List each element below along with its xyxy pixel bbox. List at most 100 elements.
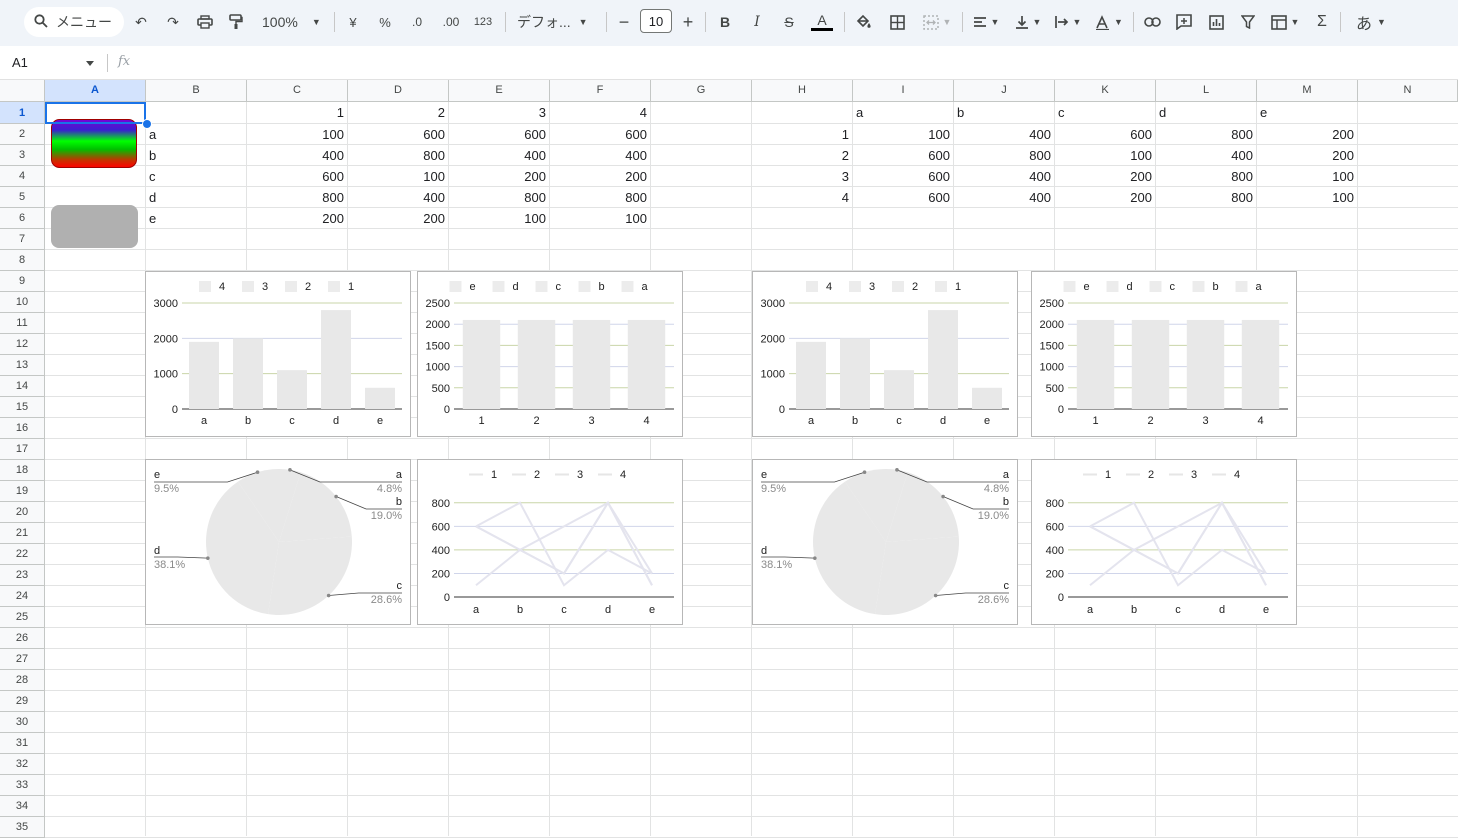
filter-views-icon[interactable]: ▼: [1268, 8, 1302, 36]
select-all-corner[interactable]: [0, 80, 45, 102]
row-header-14[interactable]: 14: [0, 376, 45, 397]
column-header-n[interactable]: N: [1358, 80, 1458, 102]
column-header-i[interactable]: I: [853, 80, 954, 102]
row-header-1[interactable]: 1: [0, 102, 45, 124]
table2-cell[interactable]: 800: [1156, 166, 1257, 187]
row-header-31[interactable]: 31: [0, 733, 45, 754]
print-icon[interactable]: [194, 8, 216, 36]
table1-header-cell[interactable]: 1: [247, 102, 348, 123]
input-tools-button[interactable]: あ ▼: [1352, 8, 1390, 36]
name-box[interactable]: A1: [12, 55, 28, 70]
column-header-g[interactable]: G: [651, 80, 752, 102]
text-rotation-icon[interactable]: ▼: [1093, 8, 1125, 36]
font-family-select[interactable]: デフォ... ▼: [517, 8, 597, 36]
row-header-11[interactable]: 11: [0, 313, 45, 334]
table1-header-cell[interactable]: 2: [348, 102, 449, 123]
percent-format-button[interactable]: %: [377, 8, 393, 36]
column-header-d[interactable]: D: [348, 80, 449, 102]
row-header-18[interactable]: 18: [0, 460, 45, 481]
table2-cell[interactable]: 100: [1257, 187, 1358, 208]
table2-cell[interactable]: 800: [1156, 124, 1257, 145]
table2-header-cell[interactable]: b: [954, 102, 1055, 123]
table2-row-label[interactable]: 1: [752, 124, 853, 145]
row-header-7[interactable]: 7: [0, 229, 45, 250]
table2-cell[interactable]: 100: [853, 124, 954, 145]
table2-cell[interactable]: 600: [1055, 124, 1156, 145]
chevron-down-icon[interactable]: [86, 61, 94, 66]
zoom-select[interactable]: 100% ▼: [262, 8, 322, 36]
row-header-23[interactable]: 23: [0, 565, 45, 586]
table1-header-cell[interactable]: 4: [550, 102, 651, 123]
table1-cell[interactable]: 200: [550, 166, 651, 187]
table2-header-cell[interactable]: a: [853, 102, 954, 123]
pie-chart-1[interactable]: a 4.8% b 19.0% c 28.6% d 38.1% e 9.5%: [145, 459, 411, 625]
table1-cell[interactable]: 200: [348, 208, 449, 229]
line-chart-1[interactable]: 1 2 3 4 800 600 400 200 0 a b c d e: [417, 459, 683, 625]
insert-chart-icon[interactable]: [1206, 8, 1226, 36]
row-header-3[interactable]: 3: [0, 145, 45, 166]
insert-link-icon[interactable]: [1142, 8, 1162, 36]
table1-header-cell[interactable]: 3: [449, 102, 550, 123]
increase-font-size-icon[interactable]: +: [681, 8, 695, 36]
table1-cell[interactable]: 400: [449, 145, 550, 166]
vertical-align-icon[interactable]: ▼: [1012, 8, 1044, 36]
pie-chart-2[interactable]: a 4.8% b 19.0% c 28.6% d 38.1% e 9.5%: [752, 459, 1018, 625]
table1-cell[interactable]: 600: [449, 124, 550, 145]
row-header-9[interactable]: 9: [0, 271, 45, 292]
gradient-shape[interactable]: [51, 119, 137, 168]
bar-chart-4[interactable]: e d c b a 2500 2000 1500 1000 500 0 1 2 3 4: [1031, 271, 1297, 437]
currency-format-button[interactable]: ¥: [345, 8, 361, 36]
redo-icon[interactable]: ↷: [164, 8, 182, 36]
table2-cell[interactable]: 600: [853, 145, 954, 166]
number-format-button[interactable]: 123: [472, 8, 494, 36]
row-header-19[interactable]: 19: [0, 481, 45, 502]
row-header-17[interactable]: 17: [0, 439, 45, 460]
row-header-15[interactable]: 15: [0, 397, 45, 418]
table1-cell[interactable]: 100: [449, 208, 550, 229]
table1-row-label[interactable]: c: [146, 166, 247, 187]
row-header-21[interactable]: 21: [0, 523, 45, 544]
filter-icon[interactable]: [1238, 8, 1258, 36]
table2-row-label[interactable]: 4: [752, 187, 853, 208]
menu-search-button[interactable]: メニュー: [24, 7, 124, 37]
table2-cell[interactable]: 200: [1257, 124, 1358, 145]
paint-format-icon[interactable]: [227, 8, 245, 36]
table2-cell[interactable]: 800: [954, 145, 1055, 166]
fill-handle[interactable]: [142, 119, 152, 129]
table1-row-label[interactable]: d: [146, 187, 247, 208]
row-header-26[interactable]: 26: [0, 628, 45, 649]
column-header-m[interactable]: M: [1257, 80, 1358, 102]
line-chart-2[interactable]: 1 2 3 4 800 600 400 200 0 a b c d e: [1031, 459, 1297, 625]
row-header-10[interactable]: 10: [0, 292, 45, 313]
fill-color-icon[interactable]: [853, 8, 873, 36]
row-header-29[interactable]: 29: [0, 691, 45, 712]
table2-cell[interactable]: 100: [1257, 166, 1358, 187]
decrease-decimal-button[interactable]: .0: [406, 8, 428, 36]
table2-row-label[interactable]: 2: [752, 145, 853, 166]
table1-cell[interactable]: 600: [348, 124, 449, 145]
selected-cell-a1[interactable]: [45, 102, 146, 124]
column-header-k[interactable]: K: [1055, 80, 1156, 102]
font-size-input[interactable]: 10: [640, 9, 672, 33]
table2-cell[interactable]: 200: [1055, 166, 1156, 187]
gray-shape[interactable]: [51, 205, 138, 248]
strikethrough-button[interactable]: S: [781, 8, 797, 36]
column-header-c[interactable]: C: [247, 80, 348, 102]
text-color-button[interactable]: A: [810, 8, 834, 36]
insert-comment-icon[interactable]: [1174, 8, 1194, 36]
row-header-25[interactable]: 25: [0, 607, 45, 628]
table2-header-cell[interactable]: c: [1055, 102, 1156, 123]
row-header-13[interactable]: 13: [0, 355, 45, 376]
table2-cell[interactable]: 400: [1156, 145, 1257, 166]
table1-cell[interactable]: 400: [348, 187, 449, 208]
row-header-34[interactable]: 34: [0, 796, 45, 817]
table2-header-cell[interactable]: e: [1257, 102, 1358, 123]
bar-chart-2[interactable]: e d c b a 2500 2000 1500 1000 500 0 1 2 3 4: [417, 271, 683, 437]
column-header-j[interactable]: J: [954, 80, 1055, 102]
italic-button[interactable]: I: [749, 8, 765, 36]
column-header-a[interactable]: A: [45, 80, 146, 102]
column-header-f[interactable]: F: [550, 80, 651, 102]
table1-cell[interactable]: 800: [449, 187, 550, 208]
bar-chart-1[interactable]: 4 3 2 1 3000 2000 1000 0 a b c d e: [145, 271, 411, 437]
table2-cell[interactable]: 200: [1257, 145, 1358, 166]
